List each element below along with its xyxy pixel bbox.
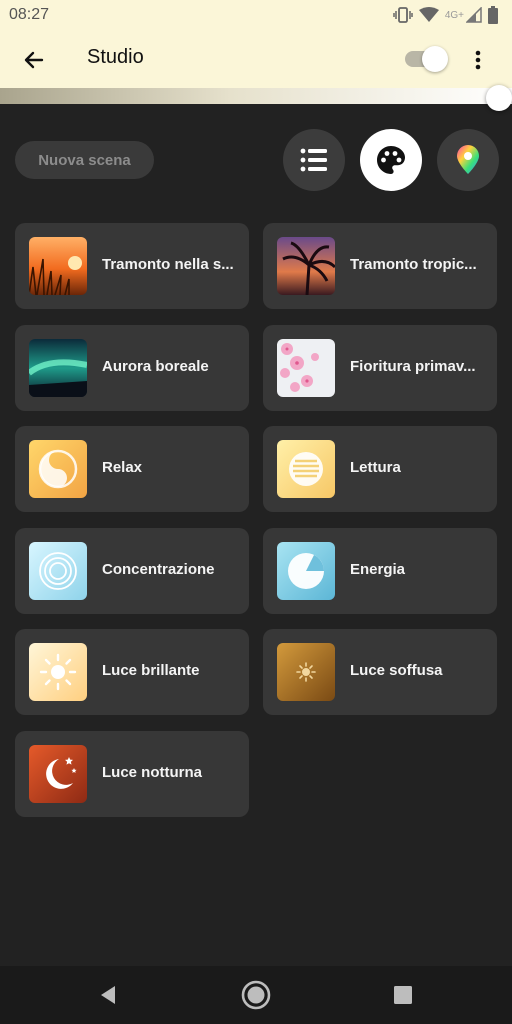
status-bar: 08:27 4G+: [0, 0, 512, 30]
tropical-sunset-palm-image: [277, 237, 335, 295]
cherry-blossom-image: [277, 338, 335, 397]
circle-home-icon: [241, 980, 271, 1010]
scene-label: Relax: [102, 459, 143, 477]
scene-label: Concentrazione: [102, 560, 215, 578]
sunset-grass-image: [29, 237, 87, 295]
status-icons: 4G+: [393, 4, 498, 26]
more-options-button[interactable]: [462, 44, 494, 76]
nav-home-button[interactable]: [239, 978, 273, 1012]
concentration-rings-icon: [29, 541, 87, 600]
scene-card[interactable]: Energia: [263, 527, 497, 614]
vibrate-icon: [393, 7, 413, 23]
scene-card[interactable]: Fioritura primav...: [263, 324, 497, 411]
wifi-icon: [418, 7, 439, 23]
moon-stars-icon: [29, 745, 87, 803]
scene-label: Fioritura primav...: [350, 357, 476, 375]
square-recents-icon: [394, 986, 412, 1004]
scene-label: Energia: [350, 560, 406, 578]
color-picker-button[interactable]: [437, 129, 499, 191]
scene-card[interactable]: Luce brillante: [15, 629, 249, 716]
nav-recents-button[interactable]: [386, 978, 420, 1012]
scene-label: Luce notturna: [102, 764, 202, 781]
scene-card[interactable]: Luce notturna: [15, 731, 249, 817]
palette-icon: [377, 146, 405, 174]
scene-label: Lettura: [350, 459, 401, 477]
scene-card[interactable]: Luce soffusa: [263, 629, 497, 716]
room-power-toggle[interactable]: [405, 46, 448, 72]
scene-card[interactable]: Concentrazione: [15, 527, 249, 614]
network-label: 4G+: [444, 9, 464, 21]
more-vertical-icon: [475, 50, 481, 70]
reading-lines-icon: [277, 440, 335, 499]
scene-card[interactable]: Aurora boreale: [15, 324, 249, 411]
relax-yin-yang-icon: [29, 440, 87, 499]
page-title: Studio: [87, 46, 144, 68]
scene-card[interactable]: Lettura: [263, 426, 497, 513]
nav-back-button[interactable]: [91, 978, 125, 1012]
scene-card[interactable]: Tramonto nella s...: [15, 223, 249, 309]
back-button[interactable]: [14, 40, 54, 80]
status-time: 08:27: [9, 6, 50, 23]
list-icon: [300, 148, 327, 172]
scene-label: Aurora boreale: [102, 357, 209, 375]
palette-view-button[interactable]: [360, 129, 422, 191]
brightness-slider-handle[interactable]: [486, 85, 512, 111]
app-bar: Studio: [0, 30, 512, 88]
toggle-knob: [422, 46, 448, 72]
arrow-left-icon: [24, 51, 44, 69]
scene-label: Luce brillante: [102, 662, 200, 680]
system-nav-bar: [0, 966, 512, 1024]
scene-label: Tramonto tropic...: [350, 256, 477, 273]
list-view-button[interactable]: [283, 129, 345, 191]
scene-card[interactable]: Tramonto tropic...: [263, 223, 497, 309]
dim-sun-icon: [277, 643, 335, 702]
energy-pie-icon: [277, 541, 335, 600]
signal-icon: [466, 7, 482, 23]
triangle-back-icon: [101, 986, 115, 1004]
scene-label: Tramonto nella s...: [102, 256, 234, 273]
bright-sun-icon: [29, 643, 87, 702]
battery-icon: [488, 6, 498, 24]
new-scene-button[interactable]: Nuova scena: [15, 141, 154, 179]
scene-card[interactable]: Relax: [15, 426, 249, 513]
brightness-slider[interactable]: [0, 88, 512, 104]
scene-label: Luce soffusa: [350, 662, 443, 680]
aurora-image: [29, 338, 87, 397]
color-pin-icon: [457, 145, 479, 174]
